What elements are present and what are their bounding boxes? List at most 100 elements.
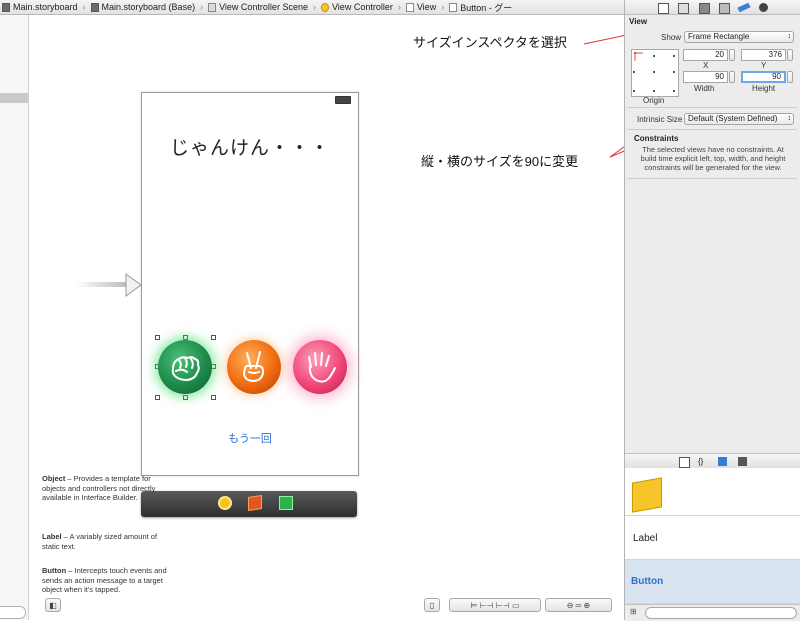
zoom-icons: ⊖ ═ ⊕ <box>566 600 591 610</box>
chevron-right-icon: › <box>441 2 445 12</box>
exit-icon[interactable] <box>279 496 293 510</box>
chevron-right-icon: › <box>312 2 316 12</box>
intrinsic-size-label: Intrinsic Size <box>637 115 683 124</box>
entry-point-arrow-icon[interactable] <box>76 272 142 298</box>
resize-handle[interactable] <box>211 335 216 340</box>
chevron-right-icon: › <box>82 2 86 12</box>
resize-handle[interactable] <box>155 395 160 400</box>
jumpbar-label: Button - グー <box>460 2 513 13</box>
show-label: Show <box>661 33 682 42</box>
scissors-button[interactable] <box>227 340 281 394</box>
file-inspector-icon[interactable] <box>658 3 669 14</box>
library-search-field[interactable] <box>645 607 797 619</box>
jumpbar-label: Main.storyboard (Base) <box>101 2 196 12</box>
form-factor-button[interactable]: ▯ <box>424 598 440 612</box>
y-stepper[interactable] <box>787 49 793 61</box>
label-icon: Label <box>633 533 658 544</box>
resize-handle[interactable] <box>183 395 188 400</box>
jumpbar-label: View Controller <box>331 2 393 12</box>
navigator-panel <box>0 15 29 620</box>
constraints-title: Constraints <box>634 134 679 143</box>
height-stepper[interactable] <box>787 71 793 83</box>
jumpbar-label: View <box>416 2 437 12</box>
jumpbar-item-button[interactable]: Button - グー <box>447 1 514 14</box>
retry-button[interactable]: もう一回 <box>141 430 359 446</box>
jumpbar-item-view[interactable]: View <box>404 2 438 12</box>
jumpbar-item-view-controller[interactable]: View Controller <box>319 2 395 12</box>
height-field[interactable]: 90 <box>741 71 786 83</box>
grid-view-icon[interactable]: ⊞ <box>630 607 637 616</box>
jumpbar-item-scene[interactable]: View Controller Scene <box>206 2 310 12</box>
jump-bar: Main.storyboard › Main.storyboard (Base)… <box>0 0 624 15</box>
anchor-dot <box>673 71 675 73</box>
paper-hand-icon <box>308 352 336 383</box>
anchor-dot <box>653 71 655 73</box>
annotation-size-inspector: サイズインスペクタを選択 <box>413 35 567 50</box>
width-field[interactable]: 90 <box>683 71 728 83</box>
library-item-description: Object – Provides a template for objects… <box>42 474 156 502</box>
rock-hand-icon <box>171 356 200 381</box>
file-template-library-icon[interactable] <box>679 457 690 468</box>
anchor-dot <box>633 90 635 92</box>
x-stepper[interactable] <box>729 49 735 61</box>
resize-handle[interactable] <box>211 395 216 400</box>
divider <box>627 178 797 179</box>
zoom-controls[interactable]: ⊖ ═ ⊕ <box>545 598 612 612</box>
button-icon <box>449 2 458 12</box>
janken-title-label[interactable]: じゃんけん・・・ <box>141 133 359 160</box>
storyboard-file-icon <box>90 2 99 12</box>
attributes-inspector-icon[interactable] <box>719 3 730 14</box>
y-label: Y <box>761 61 767 70</box>
paper-button[interactable] <box>293 340 347 394</box>
layout-controls[interactable]: ⊨ ⊢⊣ ⊢⊣ ▭ <box>449 598 541 612</box>
anchor-dot <box>653 90 655 92</box>
chevron-right-icon: › <box>200 2 204 12</box>
object-cube-icon <box>632 477 662 513</box>
identity-inspector-icon[interactable] <box>699 3 710 14</box>
y-field[interactable]: 376 <box>741 49 786 61</box>
anchor-dot <box>673 55 675 57</box>
toggle-outline-button[interactable]: ◧ <box>45 598 61 612</box>
scissors-hand-icon <box>243 351 264 382</box>
first-responder-cube-icon[interactable] <box>248 495 262 511</box>
button-icon: Button <box>631 576 664 587</box>
align-icons: ⊨ ⊢⊣ ⊢⊣ ▭ <box>470 600 520 610</box>
origin-marker-icon <box>634 52 643 61</box>
view-controller-icon[interactable] <box>218 496 232 510</box>
view-controller-icon <box>320 2 329 12</box>
scene-icon <box>208 2 217 12</box>
constraints-description: The selected views have no constraints. … <box>640 145 786 172</box>
jumpbar-label: View Controller Scene <box>219 2 308 12</box>
height-label: Height <box>752 84 776 93</box>
x-field[interactable]: 20 <box>683 49 728 61</box>
media-library-icon[interactable] <box>738 457 747 466</box>
storyboard-file-icon <box>2 2 10 12</box>
width-label: Width <box>694 84 715 93</box>
x-label: X <box>703 61 709 70</box>
width-stepper[interactable] <box>729 71 735 83</box>
show-select[interactable]: Frame Rectangle <box>684 31 794 43</box>
rock-button[interactable] <box>158 340 212 394</box>
anchor-dot <box>653 55 655 57</box>
code-snippet-library-icon[interactable]: {} <box>698 457 703 466</box>
jumpbar-item-storyboard[interactable]: Main.storyboard <box>0 2 80 12</box>
device-icon: ▯ <box>429 600 435 610</box>
battery-icon <box>335 96 351 104</box>
annotation-resize: 縦・横のサイズを90に変更 <box>421 154 579 169</box>
chevron-right-icon: › <box>397 2 401 12</box>
object-library-icon[interactable] <box>718 457 727 466</box>
intrinsic-size-select[interactable]: Default (System Defined) <box>684 113 794 125</box>
resize-handle[interactable] <box>155 335 160 340</box>
library-item-description: Button – Intercepts touch events and sen… <box>42 566 167 594</box>
jumpbar-item-storyboard-base[interactable]: Main.storyboard (Base) <box>89 2 198 12</box>
quick-help-icon[interactable] <box>678 3 689 14</box>
divider <box>627 107 797 108</box>
library-item-description: Label – A variably sized amount of stati… <box>42 532 158 551</box>
inspector-tab-bar <box>625 0 800 15</box>
anchor-dot <box>633 71 635 73</box>
navigator-filter-field[interactable] <box>0 606 26 619</box>
library-tab-bar <box>625 453 800 469</box>
divider <box>627 129 797 130</box>
connections-inspector-icon[interactable] <box>759 3 768 12</box>
navigator-selection[interactable] <box>0 93 28 103</box>
